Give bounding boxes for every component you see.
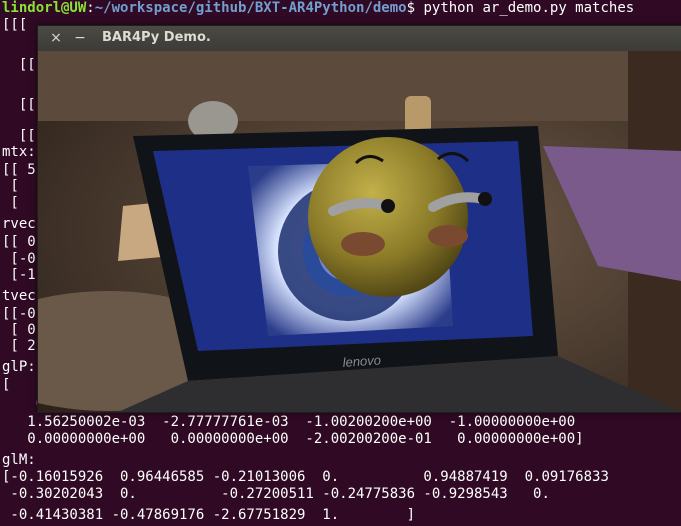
prompt-symbol: $ bbox=[406, 0, 424, 16]
terminal-output-line: [ 0 bbox=[2, 322, 36, 338]
camera-view: lenovo bbox=[38, 51, 681, 412]
face-sphere bbox=[308, 137, 468, 297]
window-title: BAR4Py Demo. bbox=[102, 30, 211, 45]
terminal-output-line: 0.00000000e+00 0.00000000e+00 -2.0020020… bbox=[2, 431, 584, 447]
wall-area bbox=[38, 51, 681, 121]
prompt-separator: : bbox=[86, 0, 95, 16]
terminal-output-line: [[ 5 bbox=[2, 162, 36, 178]
terminal-output-line: glP: bbox=[2, 359, 36, 375]
terminal-output-line: mtx: bbox=[2, 144, 36, 160]
terminal-output-line: 1.56250002e-03 -2.77777761e-03 -1.002002… bbox=[2, 414, 576, 430]
terminal-output-line: [[[ bbox=[2, 17, 36, 33]
terminal-output-line: rvec bbox=[2, 216, 36, 232]
right-eye bbox=[478, 192, 492, 206]
close-button[interactable]: × bbox=[48, 29, 64, 47]
left-cheek bbox=[341, 232, 385, 256]
terminal-output-line: [[-0 bbox=[2, 306, 36, 322]
prompt-path: ~/workspace/github/BXT-AR4Python/demo bbox=[94, 0, 407, 16]
minimize-button[interactable]: − bbox=[72, 29, 88, 47]
terminal-output-line: [[ bbox=[2, 97, 36, 113]
terminal-output-line: [[ 0 bbox=[2, 234, 36, 250]
terminal-output-line: glM: bbox=[2, 452, 36, 468]
prompt-user: lindorl@UW bbox=[2, 0, 87, 16]
laptop-brand: lenovo bbox=[342, 352, 381, 370]
terminal-command: python ar_demo.py matches bbox=[423, 0, 635, 16]
prompt-line: lindorl@UW:~/workspace/github/BXT-AR4Pyt… bbox=[2, 0, 634, 17]
terminal-output-line: [ 2 bbox=[2, 338, 36, 354]
left-eye bbox=[381, 199, 395, 213]
terminal-output-line: [[ bbox=[2, 128, 36, 144]
terminal-output-line: [[ bbox=[2, 57, 36, 73]
terminal-output-line: [-1 bbox=[2, 267, 36, 283]
window-titlebar[interactable]: × − BAR4Py Demo. bbox=[38, 26, 681, 51]
terminal-output-line: [ bbox=[2, 195, 28, 211]
terminal-output-line: [-0 bbox=[2, 251, 36, 267]
terminal-output-line: [ bbox=[2, 178, 28, 194]
app-window[interactable]: × − BAR4Py Demo. lenovo bbox=[37, 25, 681, 413]
terminal-output-line: -0.41430381 -0.47869176 -2.67751829 1. ] bbox=[2, 507, 416, 523]
terminal-output-line: -0.30202043 0. -0.27200511 -0.24775836 -… bbox=[2, 486, 550, 502]
terminal-output-line: tvec bbox=[2, 288, 36, 304]
terminal-output-line: [-0.16015926 0.96446585 -0.21013006 0. 0… bbox=[2, 469, 609, 485]
right-cheek bbox=[428, 225, 468, 247]
camera-scene: lenovo bbox=[38, 51, 681, 412]
